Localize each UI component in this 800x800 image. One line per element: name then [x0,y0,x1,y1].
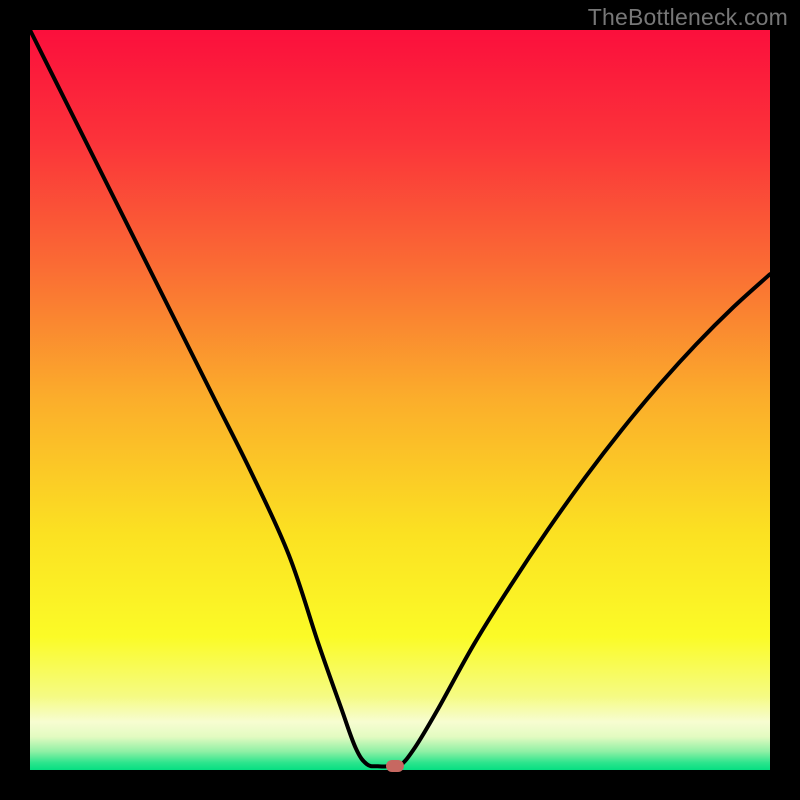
bottleneck-curve [30,30,770,770]
optimal-point-marker [386,760,404,772]
plot-area [30,30,770,770]
chart-frame: TheBottleneck.com [0,0,800,800]
watermark-text: TheBottleneck.com [588,4,788,31]
